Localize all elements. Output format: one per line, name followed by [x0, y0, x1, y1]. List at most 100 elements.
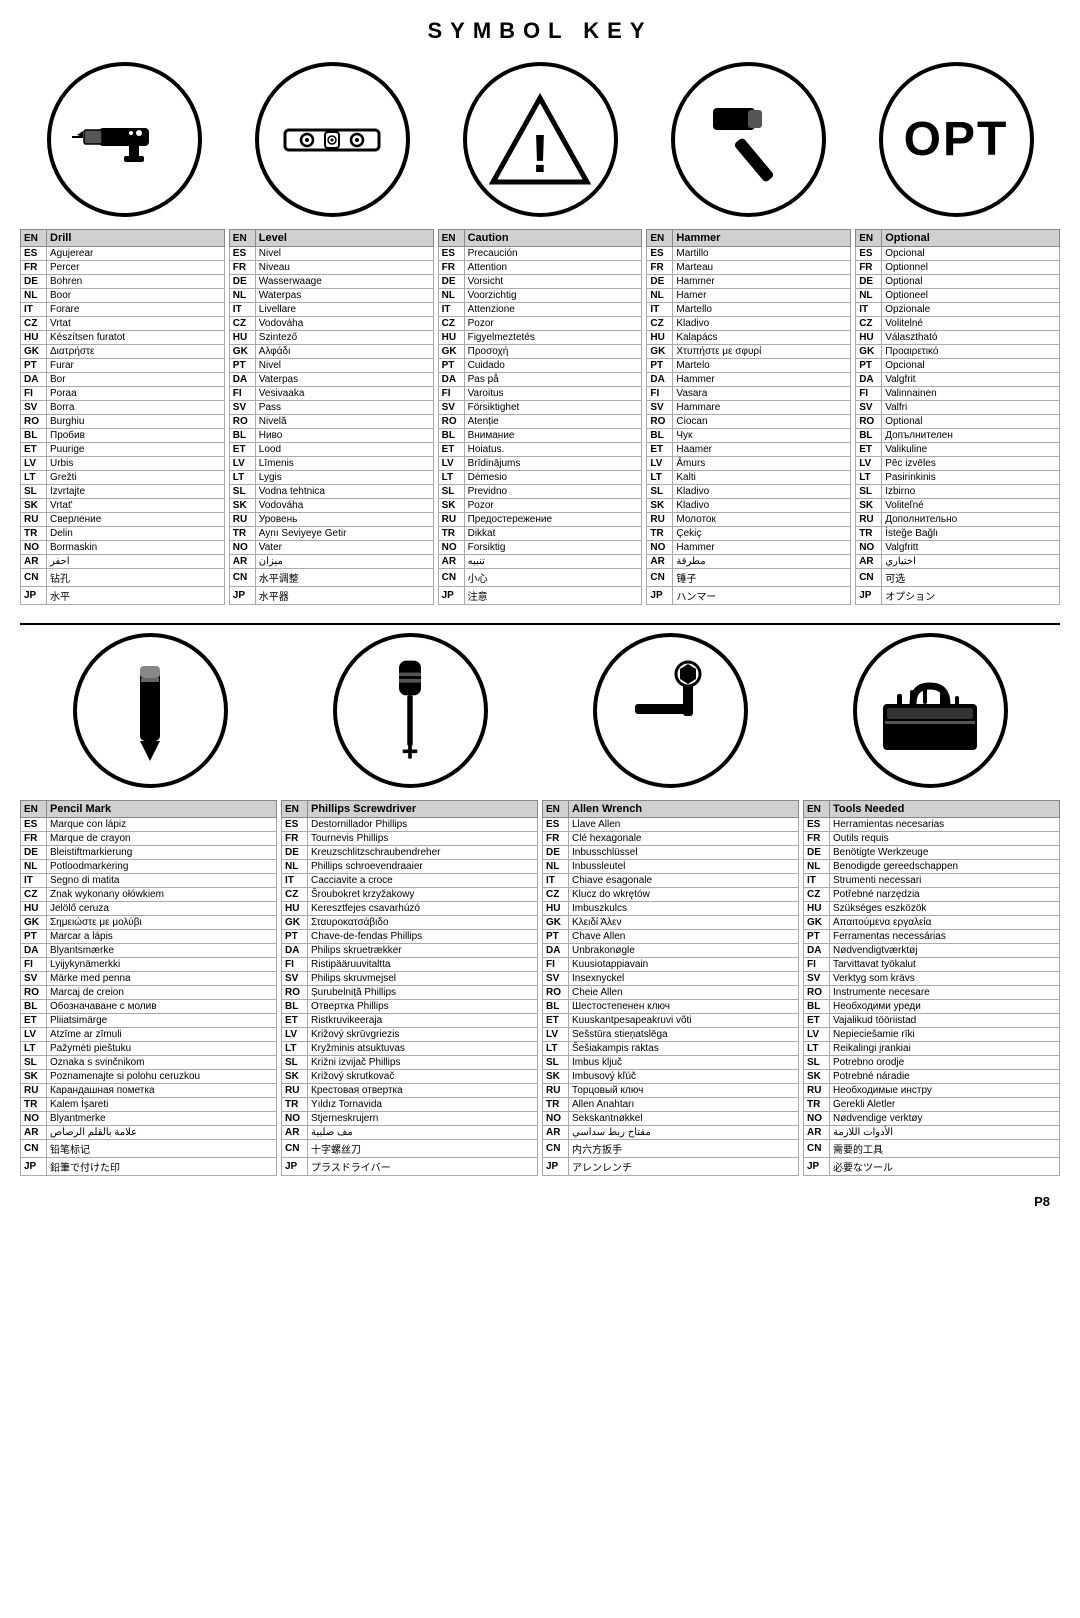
- table-row: DANødvendigtværktøj: [804, 944, 1060, 958]
- lang-code: IT: [856, 303, 882, 317]
- lang-code: LV: [282, 1028, 308, 1042]
- lang-value: Szintező: [255, 331, 433, 345]
- table-row: PTNivel: [229, 359, 433, 373]
- lang-value: Cacciavite a croce: [308, 874, 538, 888]
- table-row: ESDestornillador Phillips: [282, 818, 538, 832]
- phillips-screwdriver-icon: [333, 633, 488, 788]
- lang-value: İsteğe Bağlı: [882, 527, 1060, 541]
- lang-value: Stjerneskrujern: [308, 1112, 538, 1126]
- drill-header-val: Drill: [47, 230, 225, 247]
- lang-value: Haamer: [673, 443, 851, 457]
- table-row: ARاختياري: [856, 555, 1060, 569]
- lang-code: BL: [543, 1000, 569, 1014]
- lang-code: DE: [282, 846, 308, 860]
- lang-code: CZ: [282, 888, 308, 902]
- table-row: SKKladivo: [647, 499, 851, 513]
- lang-value: Grežti: [47, 471, 225, 485]
- page-title: SYMBOL KEY: [20, 18, 1060, 44]
- lang-value: Προσοχή: [464, 345, 642, 359]
- lang-value: Предостережение: [464, 513, 642, 527]
- lang-value: Atzīme ar zīmuli: [47, 1028, 277, 1042]
- table-row: DEBohren: [21, 275, 225, 289]
- level-icon: [255, 62, 410, 217]
- table-row: JPハンマー: [647, 587, 851, 605]
- lang-code: NL: [21, 860, 47, 874]
- lang-code: RO: [438, 415, 464, 429]
- lang-value: Forare: [47, 303, 225, 317]
- lang-value: Clé hexagonale: [569, 832, 799, 846]
- lang-value: Waterpas: [255, 289, 433, 303]
- table-row: ITForare: [21, 303, 225, 317]
- table-row: RUТорцовый ключ: [543, 1084, 799, 1098]
- lang-value: Vodováha: [255, 317, 433, 331]
- lang-code: NL: [647, 289, 673, 303]
- table-row: JP水平器: [229, 587, 433, 605]
- lang-code: SL: [804, 1056, 830, 1070]
- table-row: HUVálasztható: [856, 331, 1060, 345]
- lang-code: IT: [438, 303, 464, 317]
- lang-value: Ferramentas necessárias: [830, 930, 1060, 944]
- table-row: ROCheie Allen: [543, 986, 799, 1000]
- lang-value: Αλφάδι: [255, 345, 433, 359]
- table-row: LVUrbis: [21, 457, 225, 471]
- table-row: SLVodna tehtnica: [229, 485, 433, 499]
- lang-code: SK: [647, 499, 673, 513]
- lang-code: DA: [282, 944, 308, 958]
- lang-code: CN: [438, 569, 464, 587]
- opt-text: OPT: [904, 112, 1009, 167]
- table-row: LVSešstūra stieņatslēga: [543, 1028, 799, 1042]
- table-row: SLOznaka s svinčnikom: [21, 1056, 277, 1070]
- lang-code: PT: [229, 359, 255, 373]
- lang-code: PT: [21, 359, 47, 373]
- lang-code: FI: [543, 958, 569, 972]
- table-row: DABor: [21, 373, 225, 387]
- lang-value: مطرقة: [673, 555, 851, 569]
- lang-value: Borra: [47, 401, 225, 415]
- table-row: DEOptional: [856, 275, 1060, 289]
- lang-value: Volitelné: [882, 317, 1060, 331]
- table-row: NOSekskantnøkkel: [543, 1112, 799, 1126]
- lang-value: Bor: [47, 373, 225, 387]
- table-row: ITAttenzione: [438, 303, 642, 317]
- lang-value: Attenzione: [464, 303, 642, 317]
- table-row: SVVerktyg som krävs: [804, 972, 1060, 986]
- lang-value: Segno di matita: [47, 874, 277, 888]
- lang-value: Nivel: [255, 359, 433, 373]
- lang-code: JP: [856, 587, 882, 605]
- lang-code: ES: [856, 247, 882, 261]
- lang-code: FI: [21, 387, 47, 401]
- table-row: NOBlyantmerke: [21, 1112, 277, 1126]
- lang-value: Opcional: [882, 247, 1060, 261]
- table-row: CZVodováha: [229, 317, 433, 331]
- lang-value: Крестовая отвертка: [308, 1084, 538, 1098]
- lang-value: Optionnel: [882, 261, 1060, 275]
- lang-code: LV: [438, 457, 464, 471]
- table-row: FIVasara: [647, 387, 851, 401]
- lang-value: Vaterpas: [255, 373, 433, 387]
- lang-value: 水平调整: [255, 569, 433, 587]
- lang-value: Križový skrūvgriezis: [308, 1028, 538, 1042]
- hammer-icon: [671, 62, 826, 217]
- lang-code: FR: [229, 261, 255, 275]
- lang-code: NL: [438, 289, 464, 303]
- lang-value: Försiktighet: [464, 401, 642, 415]
- lang-code: SV: [647, 401, 673, 415]
- table-row: PTCuidado: [438, 359, 642, 373]
- lang-value: Instrumente necesare: [830, 986, 1060, 1000]
- top-icons-row: ! OPT: [20, 62, 1060, 217]
- lang-code: ES: [438, 247, 464, 261]
- lang-code: BL: [438, 429, 464, 443]
- lang-value: Urbis: [47, 457, 225, 471]
- lang-code: DA: [647, 373, 673, 387]
- lang-code: AR: [543, 1126, 569, 1140]
- lang-code: NL: [856, 289, 882, 303]
- lang-value: Potrebno orodje: [830, 1056, 1060, 1070]
- table-row: ETPliiatsimärge: [21, 1014, 277, 1028]
- table-row: LVĀmurs: [647, 457, 851, 471]
- lang-code: AR: [21, 1126, 47, 1140]
- lang-code: TR: [229, 527, 255, 541]
- lang-value: ハンマー: [673, 587, 851, 605]
- lang-code: AR: [229, 555, 255, 569]
- lang-value: Figyelmeztetés: [464, 331, 642, 345]
- table-row: PTMarcar a lápis: [21, 930, 277, 944]
